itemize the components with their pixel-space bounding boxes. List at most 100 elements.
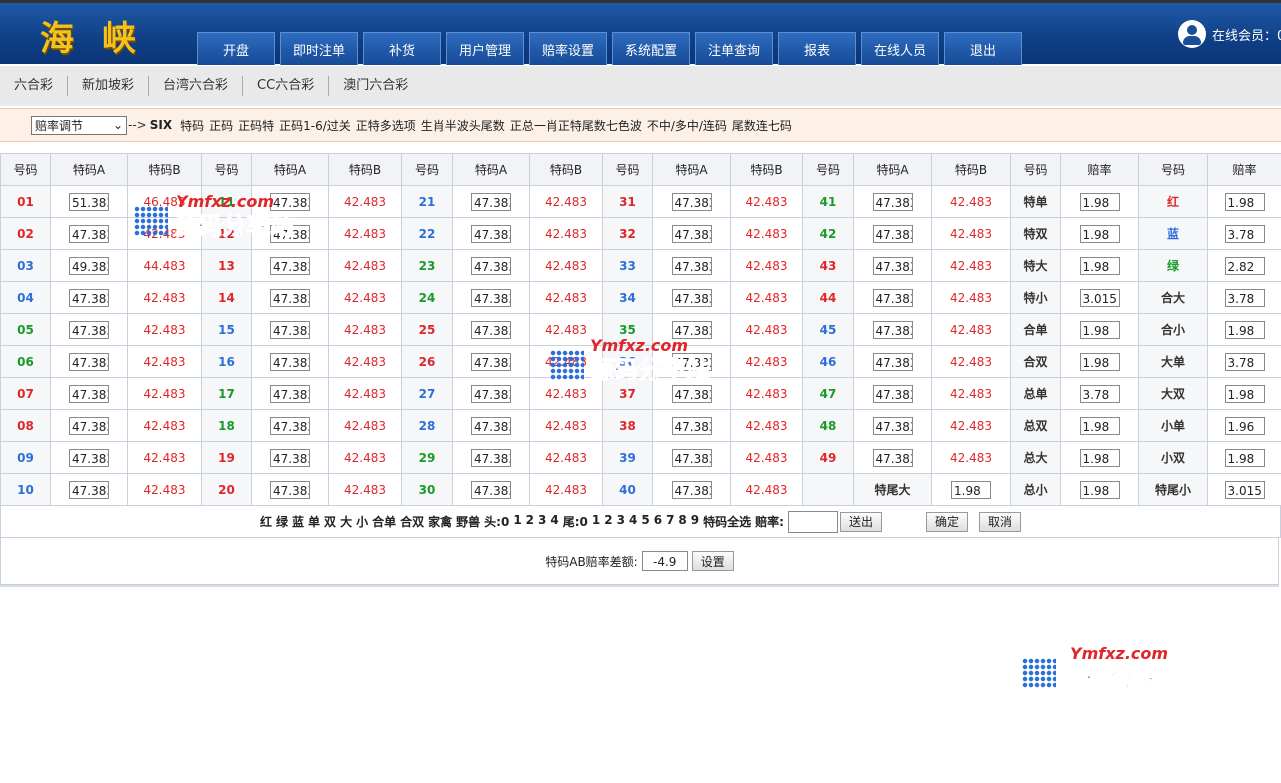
quick-select-14[interactable]: 3 [538,513,546,530]
odds-input[interactable]: 1.98 [1079,416,1120,435]
quick-select-20[interactable]: 4 [629,513,637,530]
odds-a-input[interactable]: 47.383 [270,416,310,435]
nav-user-management[interactable]: 用户管理 [446,32,524,65]
filter-link-8[interactable]: 尾数连七码 [732,117,792,134]
odds-a-input[interactable]: 47.383 [671,416,712,435]
quick-select-8[interactable]: 合双 [400,513,424,530]
quick-select-9[interactable]: 家禽 [428,513,452,530]
nav-online-users[interactable]: 在线人员 [861,32,939,65]
nav-logout[interactable]: 退出 [944,32,1022,65]
odds-a-input[interactable]: 47.383 [69,416,109,435]
odds-a-input[interactable]: 47.383 [471,480,511,499]
odds-a-input[interactable]: 47.383 [872,320,913,339]
odds-a-input[interactable]: 47.383 [270,192,310,211]
odds-a-input[interactable]: 47.383 [471,352,511,371]
odds-a-input[interactable]: 47.383 [471,320,511,339]
odds-a-input[interactable]: 49.383 [69,256,109,275]
quick-select-19[interactable]: 3 [617,513,625,530]
odds-input[interactable]: 1.98 [1224,384,1265,403]
quick-select-21[interactable]: 5 [641,513,649,530]
nav-bet-query[interactable]: 注单查询 [695,32,773,65]
quick-select-1[interactable]: 绿 [276,513,288,530]
odds-a-input[interactable]: 47.383 [471,224,511,243]
odds-input[interactable]: 1.98 [1079,224,1120,243]
nav-odds-settings[interactable]: 赔率设置 [529,32,607,65]
odds-a-input[interactable]: 47.383 [471,384,511,403]
cancel-button[interactable]: 取消 [979,511,1022,532]
odds-input[interactable]: 1.98 [1079,352,1120,371]
odds-a-input[interactable]: 47.383 [872,384,913,403]
quick-select-22[interactable]: 6 [654,513,662,530]
odds-adjust-select[interactable]: 赔率调节 ⌄ [31,115,127,135]
nav-open[interactable]: 开盘 [197,32,275,65]
odds-a-input[interactable]: 47.383 [671,384,712,403]
odds-a-input[interactable]: 47.383 [270,352,310,371]
odds-a-input[interactable]: 47.383 [872,192,913,211]
odds-input[interactable]: 1.98 [1079,448,1120,467]
quick-select-26[interactable]: 特码全选 [703,513,751,530]
quick-select-0[interactable]: 红 [260,513,272,530]
odds-input[interactable]: 1.98 [1079,480,1120,499]
odds-input[interactable]: 3.78 [1224,288,1265,307]
odds-input[interactable]: 1.98 [1224,448,1265,467]
odds-a-input[interactable]: 47.383 [69,352,109,371]
filter-link-3[interactable]: 正码1-6/过关 [279,117,351,134]
quick-select-2[interactable]: 蓝 [292,513,304,530]
odds-a-input[interactable]: 47.383 [69,320,109,339]
odds-input[interactable]: 3.015 [1224,480,1265,499]
quick-select-4[interactable]: 双 [324,513,336,530]
odds-a-input[interactable]: 47.383 [69,288,109,307]
confirm-button[interactable]: 确定 [925,511,968,532]
odds-a-input[interactable]: 47.383 [872,448,913,467]
odds-a-input[interactable]: 47.383 [671,224,712,243]
quick-select-3[interactable]: 单 [308,513,320,530]
ab-set-button[interactable]: 设置 [691,551,734,571]
odds-a-input[interactable]: 47.383 [671,320,712,339]
tab-cc[interactable]: CC六合彩 [243,76,330,96]
quick-select-13[interactable]: 2 [526,513,534,530]
tab-taiwan[interactable]: 台湾六合彩 [149,76,244,96]
filter-link-5[interactable]: 生肖半波头尾数 [421,117,505,134]
odds-a-input[interactable]: 47.383 [671,448,712,467]
odds-input[interactable]: 1.98 [1224,192,1265,211]
odds-input[interactable]: 1.98 [1079,320,1120,339]
quick-select-11[interactable]: 头:0 [484,513,509,530]
quick-odds-input[interactable] [787,510,838,533]
quick-select-7[interactable]: 合单 [372,513,396,530]
odds-a-input[interactable]: 47.383 [471,448,511,467]
odds-a-input[interactable]: 47.383 [69,224,109,243]
odds-a-input[interactable]: 47.383 [471,416,511,435]
filter-link-6[interactable]: 正总一肖正特尾数七色波 [510,117,642,134]
quick-select-18[interactable]: 2 [604,513,612,530]
odds-a-input[interactable]: 47.383 [69,384,109,403]
quick-select-5[interactable]: 大 [340,513,352,530]
quick-select-23[interactable]: 7 [666,513,674,530]
odds-a-input[interactable]: 47.383 [69,480,109,499]
odds-input[interactable]: 3.78 [1079,384,1120,403]
odds-a-input[interactable]: 47.383 [872,224,913,243]
odds-a-input[interactable]: 47.383 [671,256,712,275]
odds-a-input[interactable]: 47.383 [471,288,511,307]
odds-a-input[interactable]: 47.383 [671,480,712,499]
quick-select-12[interactable]: 1 [513,513,521,530]
filter-link-1[interactable]: 正码 [209,117,233,134]
odds-a-input[interactable]: 47.383 [270,384,310,403]
odds-input[interactable]: 1.98 [1079,192,1120,211]
odds-input[interactable]: 3.78 [1224,224,1265,243]
odds-a-input[interactable]: 47.383 [671,192,712,211]
odds-a-input[interactable]: 47.383 [671,352,712,371]
filter-link-2[interactable]: 正码特 [238,117,274,134]
send-button[interactable]: 送出 [839,511,882,532]
ab-diff-input[interactable]: -4.9 [641,551,688,571]
odds-a-input[interactable]: 51.383 [69,192,109,211]
filter-link-4[interactable]: 正特多选项 [356,117,416,134]
odds-a-input[interactable]: 47.383 [270,288,310,307]
odds-input[interactable]: 1.98 [1224,320,1265,339]
odds-input[interactable]: 2.82 [1224,256,1265,275]
odds-a-input[interactable]: 47.383 [471,256,511,275]
tab-singapore[interactable]: 新加坡彩 [68,76,150,96]
quick-select-24[interactable]: 8 [678,513,686,530]
odds-a-input[interactable]: 47.383 [671,288,712,307]
odds-a-input[interactable]: 47.383 [471,192,511,211]
odds-a-input[interactable]: 47.383 [270,480,310,499]
